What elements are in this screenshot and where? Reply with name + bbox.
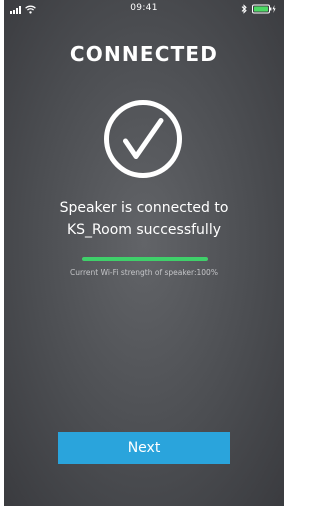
checkmark-circle-icon	[104, 100, 182, 178]
battery-charging-icon	[252, 4, 276, 14]
wifi-strength-label: Current Wi-Fi strength of speaker:100%	[70, 268, 218, 277]
status-bar: 09:41	[4, 0, 284, 18]
bluetooth-icon	[241, 4, 247, 14]
app-screen: 09:41 CONNECTED Speaker is connected to	[4, 0, 284, 506]
message-line-1: Speaker is connected to	[59, 200, 229, 216]
connection-message: Speaker is connected to KS_Room successf…	[4, 197, 284, 241]
wifi-strength-fill	[82, 257, 208, 261]
status-bar-right	[241, 4, 276, 14]
message-line-2: KS_Room successfully	[66, 222, 221, 238]
page-title: CONNECTED	[69, 42, 219, 66]
wifi-strength-bar	[82, 257, 208, 261]
next-button[interactable]: Next	[58, 432, 230, 464]
